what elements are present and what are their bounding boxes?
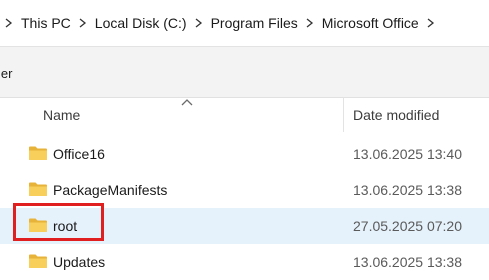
chevron-right-icon[interactable] — [301, 0, 319, 46]
sort-ascending-icon — [181, 99, 193, 106]
folder-icon — [29, 182, 47, 196]
list-item[interactable]: Office16 13.06.2025 13:40 — [0, 136, 489, 172]
breadcrumb-program-files[interactable]: Program Files — [208, 15, 301, 31]
breadcrumb-this-pc[interactable]: This PC — [18, 15, 74, 31]
address-bar[interactable]: This PC Local Disk (C:) Program Files Mi… — [0, 0, 489, 47]
column-header-name[interactable]: Name — [43, 107, 80, 123]
file-date-modified: 13.06.2025 13:40 — [353, 146, 462, 162]
chevron-right-icon[interactable] — [74, 0, 92, 46]
file-name: Updates — [53, 254, 106, 270]
command-bar: ler — [0, 47, 489, 98]
breadcrumb-local-disk[interactable]: Local Disk (C:) — [92, 15, 190, 31]
column-header-row: Name Date modified — [0, 98, 489, 132]
file-date-modified: 13.06.2025 13:38 — [353, 254, 462, 270]
column-header-date-modified[interactable]: Date modified — [353, 107, 439, 123]
file-name: PackageManifests — [53, 182, 168, 198]
file-name: Office16 — [53, 146, 105, 162]
list-item[interactable]: Updates 13.06.2025 13:38 — [0, 244, 489, 280]
file-date-modified: 13.06.2025 13:38 — [353, 182, 462, 198]
chevron-right-icon[interactable] — [422, 0, 440, 46]
chevron-right-icon[interactable] — [0, 0, 18, 46]
column-divider[interactable] — [343, 98, 344, 132]
list-item[interactable]: PackageManifests 13.06.2025 13:38 — [0, 172, 489, 208]
toolbar-partial-label[interactable]: ler — [0, 66, 12, 81]
list-item-selected[interactable]: root 27.05.2025 07:20 — [0, 208, 489, 244]
folder-icon — [29, 146, 47, 160]
chevron-right-icon[interactable] — [190, 0, 208, 46]
file-name: root — [53, 218, 78, 234]
folder-icon — [29, 218, 47, 232]
file-date-modified: 27.05.2025 07:20 — [353, 218, 462, 234]
folder-icon — [29, 254, 47, 268]
breadcrumb-microsoft-office[interactable]: Microsoft Office — [319, 15, 422, 31]
file-list: Office16 13.06.2025 13:40 PackageManifes… — [0, 136, 489, 280]
